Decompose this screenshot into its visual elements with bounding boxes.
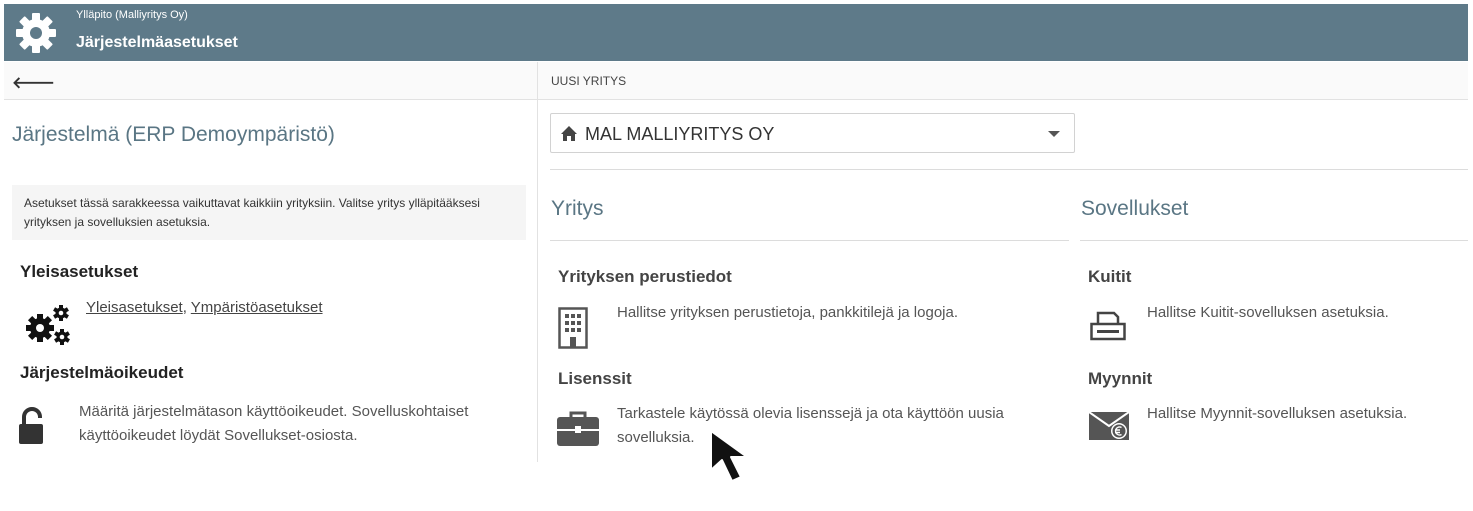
unlock-icon bbox=[19, 407, 43, 444]
system-rights-heading: Järjestelmäoikeudet bbox=[20, 363, 184, 382]
mouse-pointer-icon bbox=[710, 430, 748, 482]
general-settings-links: Yleisasetukset, Ympäristöasetukset bbox=[86, 299, 323, 316]
company-section-title: Yritys bbox=[551, 197, 604, 220]
divider bbox=[1080, 240, 1468, 241]
home-icon bbox=[561, 126, 577, 141]
gear-icon bbox=[16, 13, 56, 53]
page-title: Järjestelmäasetukset bbox=[76, 34, 238, 51]
info-box: Asetukset tässä sarakkeessa vaikuttavat … bbox=[12, 185, 526, 240]
app-header: Ylläpito (Malliyritys Oy) Järjestelmäase… bbox=[4, 4, 1468, 61]
building-icon bbox=[558, 307, 588, 349]
receipts-app-title[interactable]: Kuitit bbox=[1088, 267, 1131, 287]
divider bbox=[550, 169, 1468, 170]
column-divider bbox=[537, 62, 538, 462]
licenses-text: Tarkastele käytössä olevia lisenssejä ja… bbox=[617, 405, 1004, 446]
company-basic-info-title[interactable]: Yrityksen perustiedot bbox=[558, 267, 732, 287]
system-rights-text[interactable]: Määritä järjestelmätason käyttöoikeudet.… bbox=[79, 400, 529, 448]
arrow-left-icon[interactable]: 🡐 bbox=[12, 72, 55, 93]
sales-app-text: Hallitse Myynnit-sovelluksen asetuksia. bbox=[1147, 405, 1408, 422]
system-title: Järjestelmä (ERP Demoympäristö) bbox=[12, 123, 335, 146]
company-select[interactable]: MAL MALLIYRITYS OY bbox=[550, 113, 1075, 153]
sub-toolbar: 🡐 UUSI YRITYS bbox=[4, 62, 1468, 100]
licenses-title[interactable]: Lisenssit bbox=[558, 369, 632, 389]
divider bbox=[550, 240, 1069, 241]
company-basic-info-text: Hallitse yrityksen perustietoja, pankkit… bbox=[617, 304, 959, 321]
receipts-app-text: Hallitse Kuitit-sovelluksen asetuksia. bbox=[1147, 304, 1389, 321]
general-settings-heading: Yleisasetukset bbox=[20, 262, 139, 281]
header-subtitle: Ylläpito (Malliyritys Oy) bbox=[76, 9, 188, 21]
chevron-down-icon bbox=[1048, 131, 1060, 137]
sales-app-title[interactable]: Myynnit bbox=[1088, 369, 1152, 389]
link-separator: , bbox=[182, 299, 187, 316]
briefcase-icon bbox=[557, 411, 599, 446]
receipt-printer-icon bbox=[1090, 311, 1126, 341]
company-column-label: UUSI YRITYS bbox=[551, 74, 627, 88]
company-select-value: MAL MALLIYRITYS OY bbox=[585, 124, 775, 144]
general-settings-link[interactable]: Yleisasetukset bbox=[86, 299, 183, 316]
euro-envelope-icon bbox=[1089, 412, 1129, 440]
gears-icon bbox=[26, 305, 70, 345]
environment-settings-link[interactable]: Ympäristöasetukset bbox=[191, 299, 323, 316]
apps-section-title: Sovellukset bbox=[1081, 197, 1189, 220]
